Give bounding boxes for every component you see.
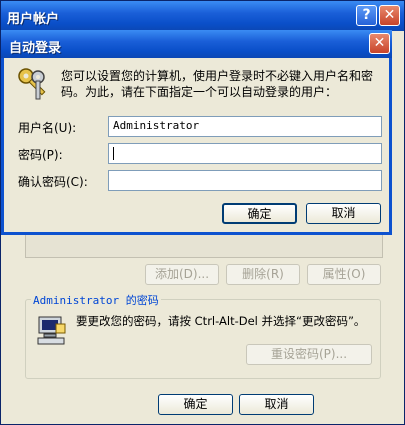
password-message: 要更改您的密码，请按 Ctrl-Alt-Del 并选择“更改密码”。 [76,314,366,328]
confirm-password-input[interactable] [108,170,382,191]
window-title: 用户帐户 [7,12,60,27]
cancel-button[interactable]: 取消 [239,394,314,415]
user-list[interactable] [25,233,383,258]
properties-button[interactable]: 属性(O) [307,264,381,285]
auto-logon-titlebar[interactable]: 自动登录 ✕ [1,30,392,58]
username-label: 用户名(U): [18,121,77,135]
intro-text: 您可以设置您的计算机，使用户登录时不必键入用户名和密码。为此，请在下面指定一个可… [61,69,374,99]
confirm-password-label: 确认密码(C): [18,175,88,189]
dialog-ok-button[interactable]: 确定 [222,203,297,224]
keys-icon [16,66,52,105]
password-label: 密码(P): [18,148,63,162]
password-input[interactable] [108,143,382,164]
close-icon[interactable]: ✕ [369,33,390,54]
remove-user-button[interactable]: 删除(R) [226,264,300,285]
user-accounts-titlebar[interactable]: 用户帐户 ? ✕ [1,1,404,31]
reset-password-button[interactable]: 重设密码(P)... [246,344,372,365]
computer-icon [36,314,68,349]
password-group-legend: Administrator 的密码 [31,292,161,308]
close-icon[interactable]: ✕ [379,5,400,26]
help-icon[interactable]: ? [356,5,377,26]
auto-logon-dialog: 自动登录 ✕ 您可以设置您的计算机，使用户登录时不必键入用户名和密码。为此，请在… [1,30,392,235]
username-input[interactable]: Administrator [108,116,382,137]
dialog-cancel-button[interactable]: 取消 [306,203,381,224]
password-group: Administrator 的密码 要更改您的密码，请按 Ctrl-Alt-De… [25,292,381,379]
dialog-title: 自动登录 [9,41,62,56]
text-caret [113,146,114,160]
ok-button[interactable]: 确定 [158,394,233,415]
add-user-button[interactable]: 添加(D)... [145,264,219,285]
